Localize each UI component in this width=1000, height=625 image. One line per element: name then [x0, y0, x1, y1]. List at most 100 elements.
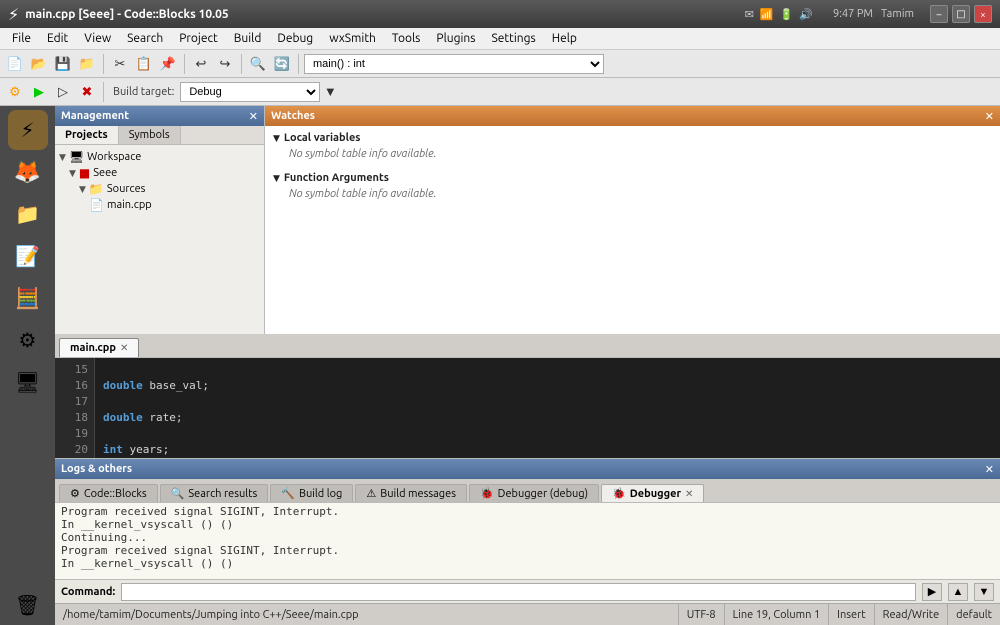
open-button[interactable]: 📂: [28, 53, 50, 75]
build-target-dropdown[interactable]: ▼: [322, 81, 338, 103]
watches-header: Watches ✕: [265, 106, 1000, 126]
tree-workspace[interactable]: ▼ 🖥 Workspace: [59, 149, 260, 165]
editor-area: main.cpp ✕ 15 16 17 18 19 20 21 22 23 24: [55, 334, 1000, 458]
command-send-button[interactable]: ▶: [922, 583, 942, 601]
redo-button[interactable]: ↪: [214, 53, 236, 75]
menu-item-settings[interactable]: Settings: [483, 30, 543, 47]
log-tab-debugger-debug[interactable]: 🐞 Debugger (debug): [469, 484, 599, 502]
watch-args-label: Function Arguments: [284, 172, 389, 184]
tree-project[interactable]: ▼ ■ Seee: [69, 165, 260, 181]
sidebar-icon-settings[interactable]: ⚙: [8, 320, 48, 360]
file-label: main.cpp: [107, 199, 152, 211]
menu-item-search[interactable]: Search: [119, 30, 171, 47]
sidebar-icon-files[interactable]: 📁: [8, 194, 48, 234]
sources-icon: 📁: [89, 182, 104, 196]
command-down-button[interactable]: ▼: [974, 583, 994, 601]
logs-close-icon[interactable]: ✕: [985, 463, 994, 476]
log-tab-codeblocks[interactable]: ⚙ Code::Blocks: [59, 484, 158, 502]
tree-arrow-sources: ▼: [79, 184, 86, 195]
menu-item-build[interactable]: Build: [226, 30, 270, 47]
log-tab-search[interactable]: 🔍 Search results: [160, 484, 269, 502]
workspace-icon: 🖥: [69, 150, 84, 164]
debugger-debug-icon: 🐞: [480, 487, 494, 500]
log-tab-debugger[interactable]: 🐞 Debugger ✕: [601, 484, 704, 502]
build-run-button[interactable]: ▷: [52, 81, 74, 103]
log-tab-buildlog-label: Build log: [299, 488, 342, 500]
sidebar-icon-calc[interactable]: 🧮: [8, 278, 48, 318]
sidebar-icon-text[interactable]: 📝: [8, 236, 48, 276]
menu-item-help[interactable]: Help: [544, 30, 585, 47]
system-time: 9:47 PM: [833, 8, 873, 20]
save-button[interactable]: 💾: [52, 53, 74, 75]
watch-args-arrow: ▼: [273, 173, 280, 184]
editor-tab-label: main.cpp: [70, 342, 116, 354]
build-button[interactable]: ⚙: [4, 81, 26, 103]
editor-code-area[interactable]: 15 16 17 18 19 20 21 22 23 24 25 double …: [55, 358, 1000, 458]
maximize-button[interactable]: □: [952, 5, 970, 23]
minimize-button[interactable]: –: [930, 5, 948, 23]
function-combo[interactable]: main() : int: [304, 54, 604, 74]
tree-arrow-workspace: ▼: [59, 152, 66, 163]
log-tab-codeblocks-label: Code::Blocks: [84, 488, 147, 500]
editor-tab-maincpp[interactable]: main.cpp ✕: [59, 338, 139, 357]
menubar: FileEditViewSearchProjectBuildDebugwxSmi…: [0, 28, 1000, 50]
sidebar-icon-trash[interactable]: 🗑: [8, 585, 48, 625]
tab-symbols[interactable]: Symbols: [119, 126, 181, 144]
project-icon: ■: [79, 166, 90, 180]
log-tab-buildmsg[interactable]: ⚠ Build messages: [355, 484, 467, 502]
log-line-1: In __kernel_vsyscall () (): [61, 518, 994, 531]
menu-item-wxsmith[interactable]: wxSmith: [321, 30, 384, 47]
log-line-3: Program received signal SIGINT, Interrup…: [61, 544, 994, 557]
command-input[interactable]: [121, 583, 916, 601]
titlebar-left: ⚡ main.cpp [Seee] - Code::Blocks 10.05: [8, 5, 229, 24]
stop-build-button[interactable]: ✖: [76, 81, 98, 103]
log-line-4: In __kernel_vsyscall () (): [61, 557, 994, 570]
run-button[interactable]: ▶: [28, 81, 50, 103]
command-up-button[interactable]: ▲: [948, 583, 968, 601]
top-panels: Management ✕ Projects Symbols ▼ 🖥 Worksp…: [55, 106, 1000, 334]
tree-sources[interactable]: ▼ 📁 Sources: [79, 181, 260, 197]
undo-button[interactable]: ↩: [190, 53, 212, 75]
watch-args-header: ▼ Function Arguments: [273, 170, 992, 186]
debugger-tab-close[interactable]: ✕: [685, 488, 693, 500]
save-all-button[interactable]: 📁: [76, 53, 98, 75]
new-button[interactable]: 📄: [4, 53, 26, 75]
watches-close-icon[interactable]: ✕: [985, 110, 994, 123]
management-title: Management: [61, 110, 129, 122]
sep1: [103, 54, 104, 74]
copy-button[interactable]: 📋: [133, 53, 155, 75]
sidebar-icon-terminal[interactable]: 🖥: [8, 362, 48, 402]
toolbar-main: 📄 📂 💾 📁 ✂ 📋 📌 ↩ ↪ 🔍 🔄 main() : int: [0, 50, 1000, 78]
tab-projects[interactable]: Projects: [55, 126, 119, 144]
paste-button[interactable]: 📌: [157, 53, 179, 75]
log-line-2: Continuing...: [61, 531, 994, 544]
status-filepath: /home/tamim/Documents/Jumping into C++/S…: [55, 604, 679, 625]
menu-item-project[interactable]: Project: [171, 30, 226, 47]
command-bar: Command: ▶ ▲ ▼: [55, 579, 1000, 603]
menu-item-debug[interactable]: Debug: [269, 30, 321, 47]
sidebar-icon-firefox[interactable]: 🦊: [8, 152, 48, 192]
menu-item-file[interactable]: File: [4, 30, 39, 47]
tree-maincpp[interactable]: 📄 main.cpp: [89, 197, 260, 213]
code-content[interactable]: double base_val; double rate; int years;…: [95, 358, 1000, 458]
build-target-combo[interactable]: Debug: [180, 82, 320, 102]
build-target-label: Build target:: [109, 86, 178, 98]
editor-tab-close[interactable]: ✕: [120, 342, 128, 354]
status-position: Line 19, Column 1: [725, 604, 830, 625]
cut-button[interactable]: ✂: [109, 53, 131, 75]
watch-locals-nodata: No symbol table info available.: [273, 146, 992, 162]
replace-button[interactable]: 🔄: [271, 53, 293, 75]
menu-item-plugins[interactable]: Plugins: [428, 30, 483, 47]
status-encoding: UTF-8: [679, 604, 725, 625]
status-rw: Read/Write: [875, 604, 949, 625]
close-button[interactable]: ×: [974, 5, 992, 23]
menu-item-view[interactable]: View: [76, 30, 119, 47]
management-close-icon[interactable]: ✕: [249, 110, 258, 123]
menu-item-tools[interactable]: Tools: [384, 30, 429, 47]
management-header: Management ✕: [55, 106, 264, 126]
project-label: Seee: [93, 167, 117, 179]
log-tab-buildlog[interactable]: 🔨 Build log: [270, 484, 353, 502]
sidebar-icon-codeblocks[interactable]: ⚡: [8, 110, 48, 150]
search-button[interactable]: 🔍: [247, 53, 269, 75]
menu-item-edit[interactable]: Edit: [39, 30, 76, 47]
